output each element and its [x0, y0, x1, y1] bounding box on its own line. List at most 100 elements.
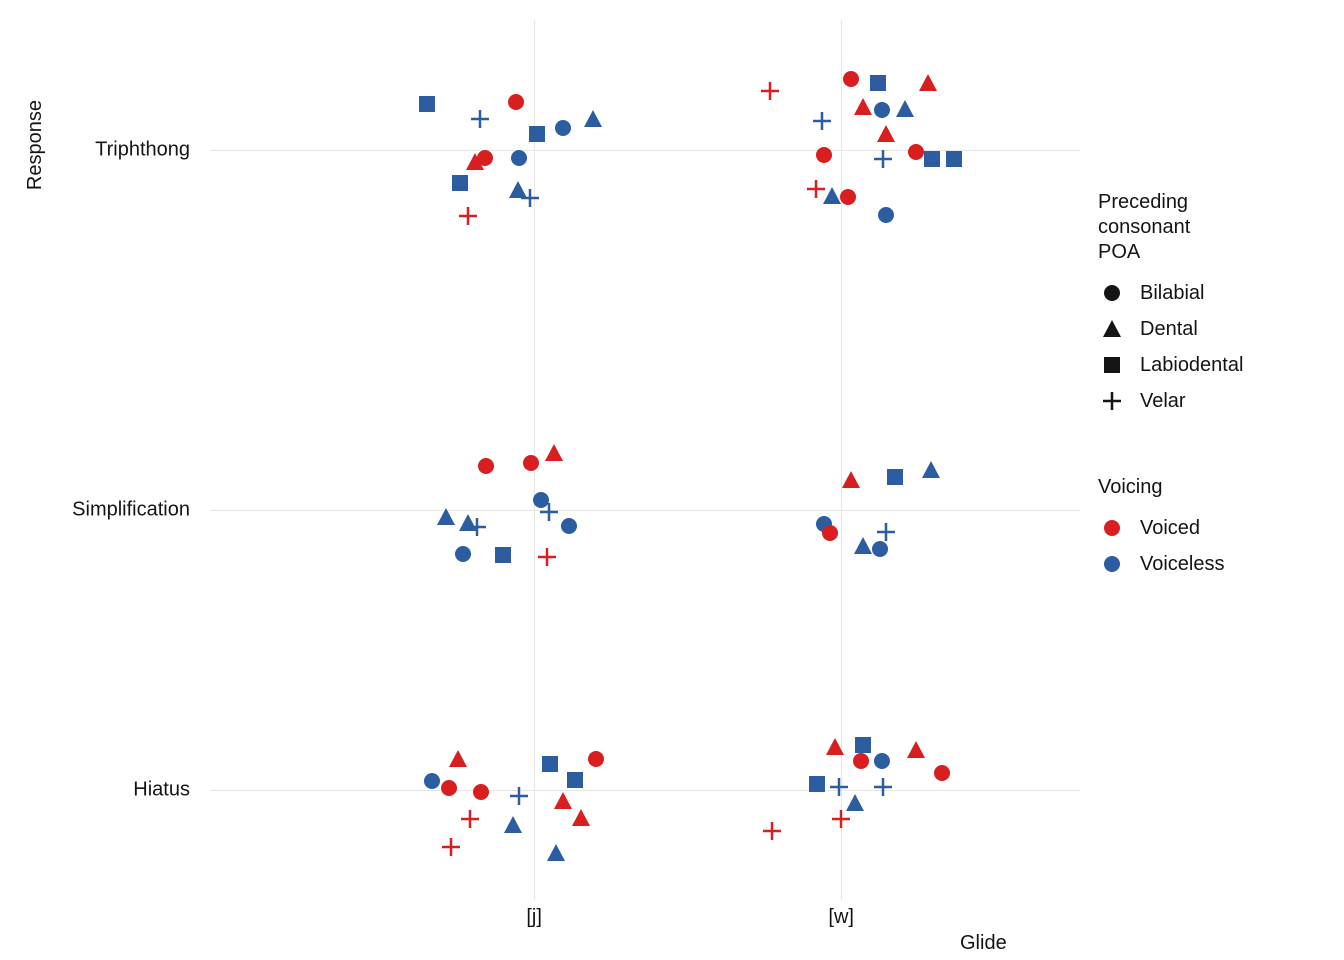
data-point: [457, 512, 479, 534]
data-point: [502, 814, 524, 836]
labiodental-icon: [1098, 351, 1126, 379]
y-tick-label: Simplification: [72, 499, 200, 522]
data-point: [558, 515, 580, 537]
data-point: [452, 543, 474, 565]
data-point: [819, 522, 841, 544]
data-point: [875, 204, 897, 226]
data-point: [884, 466, 906, 488]
y-tick-label: Triphthong: [95, 139, 200, 162]
gridline-horizontal: [210, 150, 1080, 151]
data-point: [519, 187, 541, 209]
data-point: [920, 459, 942, 481]
data-point: [867, 72, 889, 94]
legend-label: Voiceless: [1140, 553, 1225, 576]
data-point: [526, 123, 548, 145]
data-point: [536, 546, 558, 568]
data-point: [416, 93, 438, 115]
legend-color-item: Voiceless: [1098, 550, 1328, 578]
data-point: [875, 521, 897, 543]
legend-shape-item: Dental: [1098, 315, 1328, 343]
legend-color-item: Voiced: [1098, 514, 1328, 542]
data-point: [438, 777, 460, 799]
legend-label: Labiodental: [1140, 354, 1243, 377]
legend-label: Velar: [1140, 390, 1186, 413]
data-point: [570, 807, 592, 829]
data-point: [905, 141, 927, 163]
gridline-horizontal: [210, 790, 1080, 791]
y-tick-label: Hiatus: [133, 779, 200, 802]
data-point: [552, 790, 574, 812]
data-point: [921, 148, 943, 170]
gridline-vertical: [841, 20, 842, 900]
data-point: [852, 734, 874, 756]
data-point: [492, 544, 514, 566]
data-point: [871, 99, 893, 121]
data-point: [840, 68, 862, 90]
data-point: [813, 144, 835, 166]
legend-shape-title: PrecedingconsonantPOA: [1098, 190, 1328, 265]
legend-shape-item: Labiodental: [1098, 351, 1328, 379]
data-point: [582, 108, 604, 130]
data-point: [931, 762, 953, 784]
data-point: [761, 820, 783, 842]
legend-label: Bilabial: [1140, 282, 1204, 305]
data-point: [538, 501, 560, 523]
data-point: [469, 108, 491, 130]
gridline-vertical: [534, 20, 535, 900]
plot-area: [210, 20, 1080, 900]
x-tick-label: [j]: [526, 906, 542, 929]
data-point: [811, 110, 833, 132]
data-point: [852, 535, 874, 557]
x-tick-label: [w]: [828, 906, 854, 929]
data-point: [821, 185, 843, 207]
legend-label: Voiced: [1140, 517, 1200, 540]
data-point: [475, 455, 497, 477]
chart-container: Response Glide HiatusSimplificationTriph…: [0, 0, 1344, 960]
legend-color-title: Voicing: [1098, 475, 1328, 500]
data-point: [564, 769, 586, 791]
data-point: [459, 808, 481, 830]
data-point: [828, 776, 850, 798]
data-point: [457, 205, 479, 227]
data-point: [759, 80, 781, 102]
data-point: [466, 516, 488, 538]
legend: PrecedingconsonantPOA Bilabial Dental Labi…: [1098, 190, 1328, 586]
data-point: [508, 785, 530, 807]
data-point: [421, 770, 443, 792]
data-point: [470, 781, 492, 803]
gridline-horizontal: [210, 510, 1080, 511]
data-point: [875, 123, 897, 145]
data-point: [545, 842, 567, 864]
velar-icon: [1098, 387, 1126, 415]
data-point: [440, 836, 462, 858]
data-point: [520, 452, 542, 474]
data-point: [447, 748, 469, 770]
data-point: [552, 117, 574, 139]
y-axis-title: Response: [24, 100, 47, 190]
legend-shape-item: Bilabial: [1098, 279, 1328, 307]
data-point: [585, 748, 607, 770]
data-point: [850, 750, 872, 772]
data-point: [844, 792, 866, 814]
bilabial-icon: [1098, 279, 1126, 307]
data-point: [871, 750, 893, 772]
data-point: [943, 148, 965, 170]
circle-icon: [1098, 514, 1126, 542]
data-point: [507, 179, 529, 201]
legend-label: Dental: [1140, 318, 1198, 341]
data-point: [806, 773, 828, 795]
data-point: [813, 513, 835, 535]
data-point: [852, 96, 874, 118]
legend-shape-item: Velar: [1098, 387, 1328, 415]
data-point: [824, 736, 846, 758]
legend-color-block: Voicing Voiced Voiceless: [1098, 475, 1328, 578]
dental-icon: [1098, 315, 1126, 343]
data-point: [894, 98, 916, 120]
data-point: [872, 148, 894, 170]
data-point: [539, 753, 561, 775]
data-point: [872, 776, 894, 798]
legend-shape-block: PrecedingconsonantPOA Bilabial Dental Labi…: [1098, 190, 1328, 415]
data-point: [917, 72, 939, 94]
data-point: [905, 739, 927, 761]
circle-icon: [1098, 550, 1126, 578]
